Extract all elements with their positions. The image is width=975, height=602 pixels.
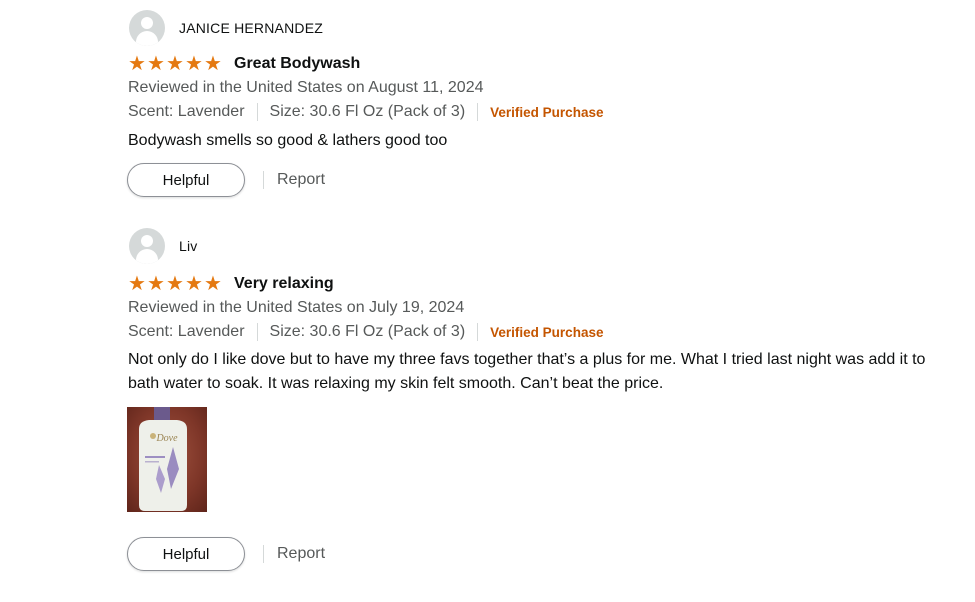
star-rating[interactable]: ★ ★ ★ ★ ★ xyxy=(128,54,223,74)
review-actions: Helpful Report xyxy=(127,537,325,571)
divider xyxy=(256,323,258,341)
helpful-button[interactable]: Helpful xyxy=(127,163,245,197)
star-rating[interactable]: ★ ★ ★ ★ ★ xyxy=(128,274,223,294)
divider xyxy=(477,323,479,341)
verified-purchase-badge: Verified Purchase xyxy=(490,104,604,120)
reviewer-profile[interactable]: Liv xyxy=(129,228,198,264)
verified-purchase-badge: Verified Purchase xyxy=(490,324,604,340)
photo-brand-text: Dove xyxy=(155,433,178,444)
review-title-row: ★ ★ ★ ★ ★ Great Bodywash xyxy=(128,54,360,74)
default-avatar-icon xyxy=(129,10,165,46)
star-icon: ★ xyxy=(166,53,184,75)
star-icon: ★ xyxy=(204,273,222,295)
review-title-row: ★ ★ ★ ★ ★ Very relaxing xyxy=(128,274,334,294)
star-icon: ★ xyxy=(185,53,203,75)
size-variant[interactable]: Size: 30.6 Fl Oz (Pack of 3) xyxy=(270,103,466,121)
bodywash-bottle-photo: Dove xyxy=(127,407,207,512)
review-format-strip: Scent: Lavender Size: 30.6 Fl Oz (Pack o… xyxy=(128,103,603,121)
divider xyxy=(263,545,264,563)
scent-variant[interactable]: Scent: Lavender xyxy=(128,323,245,341)
review-actions: Helpful Report xyxy=(127,163,325,197)
scent-variant[interactable]: Scent: Lavender xyxy=(128,103,245,121)
divider xyxy=(477,103,479,121)
review-body: Not only do I like dove but to have my t… xyxy=(128,351,926,392)
review-body: Bodywash smells so good & lathers good t… xyxy=(128,132,448,149)
review-date: Reviewed in the United States on July 19… xyxy=(128,299,465,316)
reviewer-name: JANICE HERNANDEZ xyxy=(179,20,323,36)
review-date: Reviewed in the United States on August … xyxy=(128,79,484,96)
review-title[interactable]: Very relaxing xyxy=(234,275,334,293)
divider xyxy=(263,171,264,189)
divider xyxy=(256,103,258,121)
review-photo[interactable]: Dove xyxy=(127,407,207,512)
helpful-button[interactable]: Helpful xyxy=(127,537,245,571)
star-icon: ★ xyxy=(147,273,165,295)
report-link[interactable]: Report xyxy=(277,171,325,189)
star-icon: ★ xyxy=(128,53,146,75)
default-avatar-icon xyxy=(129,228,165,264)
star-icon: ★ xyxy=(147,53,165,75)
star-icon: ★ xyxy=(204,53,222,75)
reviewer-name: Liv xyxy=(179,238,198,254)
review-format-strip: Scent: Lavender Size: 30.6 Fl Oz (Pack o… xyxy=(128,323,603,341)
review-title[interactable]: Great Bodywash xyxy=(234,55,360,73)
size-variant[interactable]: Size: 30.6 Fl Oz (Pack of 3) xyxy=(270,323,466,341)
star-icon: ★ xyxy=(166,273,184,295)
report-link[interactable]: Report xyxy=(277,545,325,563)
reviewer-profile[interactable]: JANICE HERNANDEZ xyxy=(129,10,323,46)
star-icon: ★ xyxy=(128,273,146,295)
star-icon: ★ xyxy=(185,273,203,295)
